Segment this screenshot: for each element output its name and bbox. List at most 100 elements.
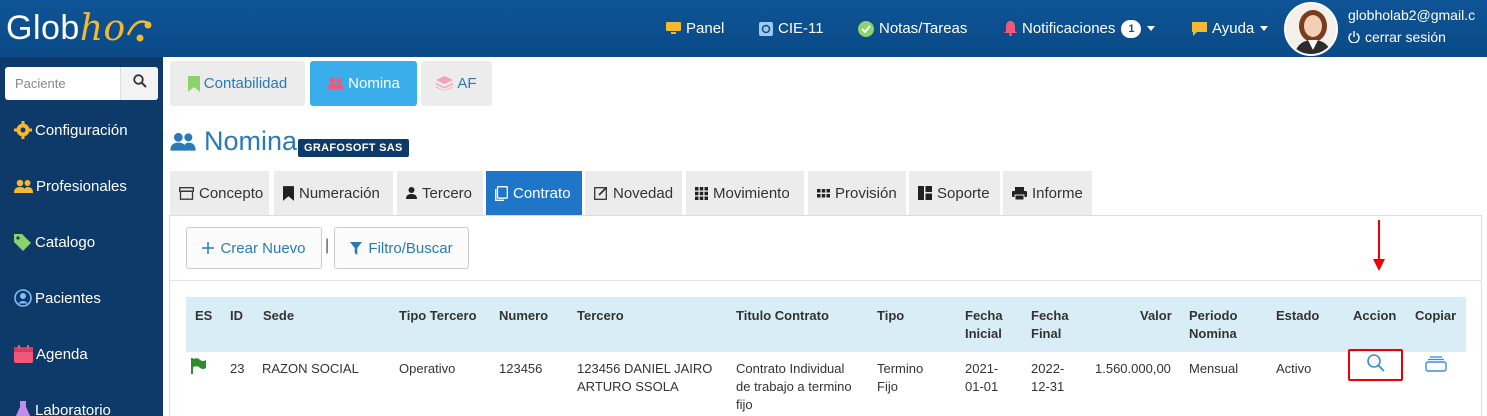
copy-icon xyxy=(495,185,508,201)
nav-notificaciones[interactable]: Notificaciones 1 xyxy=(1004,0,1156,57)
col-tipo-tercero[interactable]: Tipo Tercero xyxy=(399,307,477,325)
layout-icon xyxy=(918,186,932,200)
crear-nuevo-label: Crear Nuevo xyxy=(220,239,306,257)
nav-panel-label: Panel xyxy=(686,20,725,37)
user-avatar[interactable] xyxy=(1284,2,1338,56)
module-tab-label: Nomina xyxy=(348,75,400,92)
module-tab-contabilidad[interactable]: Contabilidad xyxy=(170,61,305,106)
print-icon xyxy=(1012,186,1027,200)
cell-estado: Activo xyxy=(1276,361,1312,376)
cell-fecha-inicial-1: 2021- xyxy=(965,361,999,376)
top-navbar: Glob ho Panel CIE-11 Notas/Tareas Notific… xyxy=(0,0,1487,57)
cell-tipo-1: Termino xyxy=(877,361,924,376)
sidebar-item-agenda[interactable]: Agenda xyxy=(14,342,88,366)
sidebar-item-label: Agenda xyxy=(36,345,88,363)
tab-concepto[interactable]: Concepto xyxy=(170,171,269,215)
cell-periodo: Mensual xyxy=(1189,361,1239,376)
tags-icon xyxy=(14,233,32,251)
col-fecha-final-2[interactable]: Final xyxy=(1031,325,1061,343)
col-numero[interactable]: Numero xyxy=(499,307,548,325)
col-fecha-inicial-1[interactable]: Fecha xyxy=(965,307,1003,325)
page-title-text: Nomina xyxy=(204,126,298,156)
col-id[interactable]: ID xyxy=(230,307,243,325)
comment-icon xyxy=(1192,21,1207,36)
cell-titulo-3: fijo xyxy=(736,397,753,412)
bookmark-icon xyxy=(187,75,200,92)
sidebar-item-pacientes[interactable]: Pacientes xyxy=(14,286,101,310)
nav-cie[interactable]: CIE-11 xyxy=(759,0,824,57)
tab-label: Tercero xyxy=(422,184,473,202)
tab-label: Concepto xyxy=(199,184,264,202)
tab-informe[interactable]: Informe xyxy=(1003,171,1092,215)
crear-nuevo-button[interactable]: Crear Nuevo xyxy=(186,227,322,269)
user-icon xyxy=(406,187,417,199)
notification-count-badge: 1 xyxy=(1121,19,1142,38)
power-icon xyxy=(1348,31,1360,43)
patient-search-input[interactable] xyxy=(5,67,120,100)
module-tab-nomina[interactable]: Nomina xyxy=(310,61,417,106)
flag-icon xyxy=(190,358,206,379)
col-titulo-contrato[interactable]: Titulo Contrato xyxy=(736,307,829,325)
bell-icon xyxy=(1004,21,1017,36)
col-tipo[interactable]: Tipo xyxy=(877,307,904,325)
sidebar-item-label: Configuración xyxy=(35,121,128,139)
toolbar-separator: | xyxy=(325,237,330,254)
sidebar-item-catalogo[interactable]: Catalogo xyxy=(14,230,95,254)
tab-provision[interactable]: Provisión xyxy=(808,171,906,215)
cell-tercero-1: 123456 DANIEL JAIRO xyxy=(577,361,713,376)
nav-notas[interactable]: Notas/Tareas xyxy=(858,0,967,57)
tab-novedad[interactable]: Novedad xyxy=(585,171,682,215)
cell-titulo-2: de trabajo a termino xyxy=(736,379,852,394)
cie-icon xyxy=(759,21,773,36)
cell-fecha-final-2: 12-31 xyxy=(1031,379,1065,394)
tab-tercero[interactable]: Tercero xyxy=(397,171,483,215)
tab-soporte[interactable]: Soporte xyxy=(909,171,1000,215)
col-fecha-inicial-2[interactable]: Inicial xyxy=(965,325,1002,343)
sidebar-item-profesionales[interactable]: Profesionales xyxy=(14,174,127,198)
sidebar-item-configuracion[interactable]: Configuración xyxy=(14,118,128,142)
sidebar-item-label: Laboratorio xyxy=(35,401,111,416)
sidebar-item-laboratorio[interactable]: Laboratorio xyxy=(14,398,111,416)
gear-icon xyxy=(14,121,32,139)
tab-label: Contrato xyxy=(513,184,571,202)
nav-ayuda[interactable]: Ayuda xyxy=(1192,0,1269,57)
sidebar-item-label: Profesionales xyxy=(36,177,127,195)
tab-contrato[interactable]: Contrato xyxy=(486,171,582,215)
logo-dots-icon xyxy=(126,13,152,43)
col-tercero[interactable]: Tercero xyxy=(577,307,624,325)
logout-link[interactable]: cerrar sesión xyxy=(1348,29,1446,45)
cell-tipo-2: Fijo xyxy=(877,379,898,394)
tab-movimiento[interactable]: Movimiento xyxy=(686,171,804,215)
globho-logo[interactable]: Glob ho xyxy=(6,8,152,49)
cell-fecha-final-1: 2022- xyxy=(1031,361,1065,376)
col-estado[interactable]: Estado xyxy=(1276,307,1319,325)
col-periodo-2[interactable]: Nomina xyxy=(1189,325,1237,343)
col-fecha-final-1[interactable]: Fecha xyxy=(1031,307,1069,325)
module-tab-af[interactable]: AF xyxy=(421,61,492,106)
view-contract-button[interactable] xyxy=(1348,349,1403,381)
user-circle-icon xyxy=(14,289,32,307)
search-icon xyxy=(132,74,147,93)
patient-search-button[interactable] xyxy=(120,67,158,100)
chevron-down-icon xyxy=(1147,26,1156,31)
user-email: globholab2@gmail.c xyxy=(1348,7,1476,23)
cell-valor: 1.560.000,00 xyxy=(1095,361,1171,376)
nav-ayuda-label: Ayuda xyxy=(1212,20,1255,37)
nav-panel[interactable]: Panel xyxy=(666,0,724,57)
annotation-arrow-head xyxy=(1373,259,1385,271)
cell-titulo-1: Contrato Individual xyxy=(736,361,845,376)
col-sede[interactable]: Sede xyxy=(263,307,294,325)
page-title: Nomina xyxy=(170,126,297,157)
tab-numeracion[interactable]: Numeración xyxy=(274,171,393,215)
filtro-buscar-label: Filtro/Buscar xyxy=(368,239,453,257)
filtro-buscar-button[interactable]: Filtro/Buscar xyxy=(334,227,469,269)
col-valor[interactable]: Valor xyxy=(1140,307,1172,325)
col-copiar: Copiar xyxy=(1415,308,1457,323)
nav-notas-label: Notas/Tareas xyxy=(879,20,968,37)
copy-contract-button[interactable] xyxy=(1425,356,1447,377)
cell-sede: RAZON SOCIAL xyxy=(262,361,359,376)
grid-icon xyxy=(695,186,708,200)
col-es[interactable]: ES xyxy=(195,307,212,325)
col-periodo-1[interactable]: Periodo xyxy=(1189,307,1237,325)
company-badge: GRAFOSOFT SAS xyxy=(298,139,409,157)
